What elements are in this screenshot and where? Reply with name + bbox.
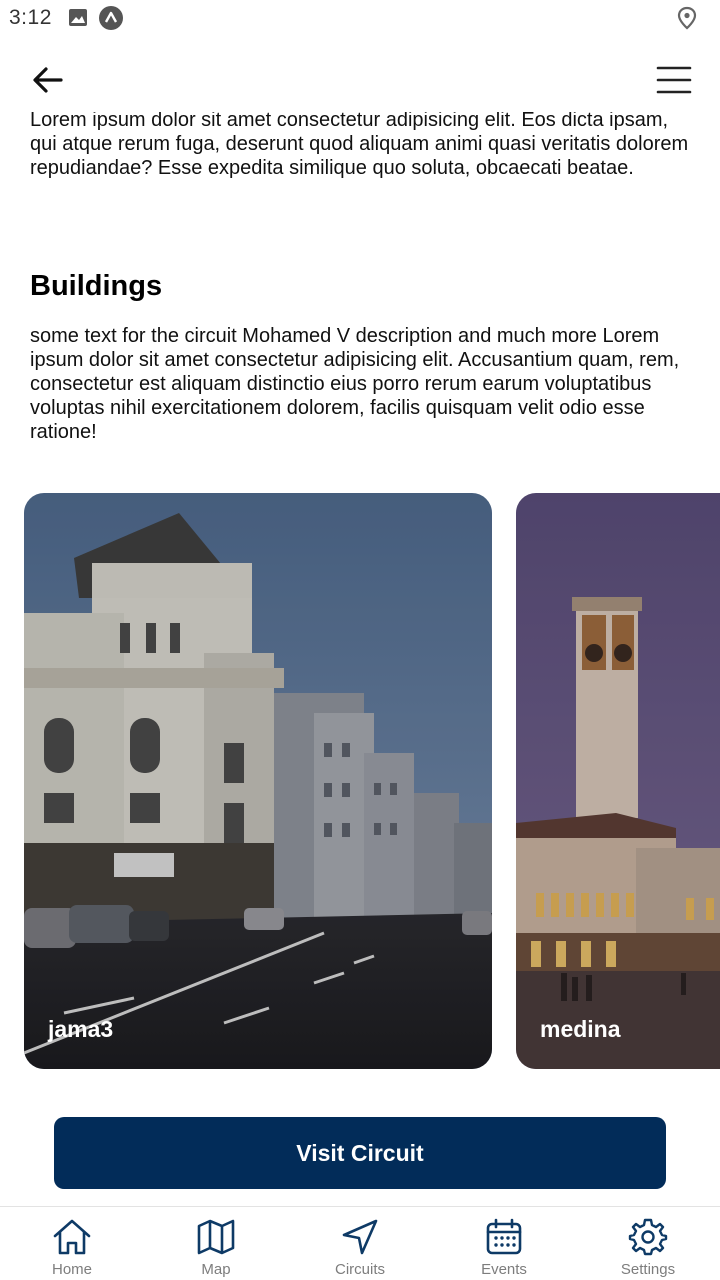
nav-label-settings: Settings: [620, 1261, 676, 1278]
navigation-arrow-icon: [342, 1219, 378, 1255]
nav-item-circuits[interactable]: Circuits: [288, 1207, 432, 1280]
hamburger-menu-icon: [656, 66, 692, 94]
home-icon: [53, 1219, 91, 1255]
app-notification-icon: [99, 6, 123, 35]
building-card-jama3[interactable]: jama3: [24, 493, 492, 1069]
arrow-left-icon: [33, 67, 63, 93]
buildings-description: some text for the circuit Mohamed V desc…: [30, 325, 680, 443]
menu-button[interactable]: [648, 58, 700, 102]
nav-item-home[interactable]: Home: [0, 1207, 144, 1280]
nav-item-settings[interactable]: Settings: [576, 1207, 720, 1280]
nav-label-map: Map: [201, 1261, 231, 1278]
main-content: Lorem ipsum dolor sit amet consectetur a…: [0, 112, 720, 1206]
location-pin-icon: [677, 6, 697, 35]
nav-label-circuits: Circuits: [334, 1261, 385, 1278]
gear-icon: [628, 1218, 668, 1256]
nav-item-map[interactable]: Map: [144, 1207, 288, 1280]
bottom-navigation: Home Map Circuits Events Settings: [0, 1206, 720, 1280]
intro-paragraph: Lorem ipsum dolor sit amet consectetur a…: [30, 112, 689, 179]
app-header: [0, 48, 720, 112]
buildings-heading: Buildings: [30, 270, 163, 302]
back-button[interactable]: [22, 58, 74, 102]
building-photo: [24, 493, 492, 1069]
building-card-medina[interactable]: medina: [516, 493, 720, 1069]
nav-item-events[interactable]: Events: [432, 1207, 576, 1280]
status-time: 3:12: [9, 6, 52, 29]
card-label: jama3: [48, 1016, 114, 1042]
nav-label-home: Home: [51, 1261, 92, 1278]
calendar-icon: [486, 1218, 522, 1255]
buildings-carousel[interactable]: jama3 medina: [24, 493, 720, 1069]
visit-circuit-button[interactable]: Visit Circuit: [54, 1117, 666, 1189]
image-icon: [68, 6, 88, 35]
status-bar: 3:12: [0, 0, 720, 36]
building-photo: [516, 493, 720, 1069]
card-label: medina: [540, 1016, 621, 1042]
nav-label-events: Events: [481, 1261, 527, 1278]
map-icon: [197, 1219, 235, 1255]
